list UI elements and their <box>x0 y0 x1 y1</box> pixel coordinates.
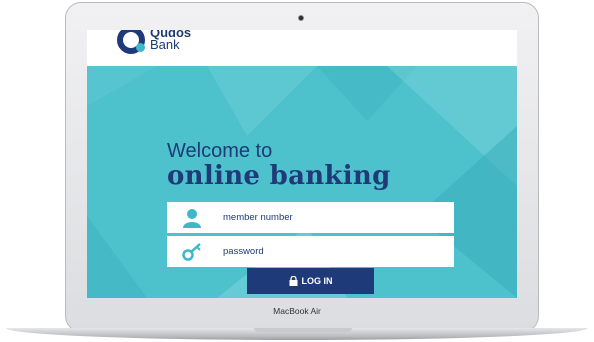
password-input[interactable] <box>223 236 443 267</box>
forgot-password-link[interactable]: Forgotten your password? <box>87 286 517 293</box>
laptop-notch <box>254 328 352 332</box>
laptop-base <box>6 328 588 340</box>
key-icon <box>182 243 201 261</box>
password-field[interactable] <box>167 236 454 267</box>
camera-icon <box>298 15 304 21</box>
lock-icon <box>289 276 297 286</box>
log-in-label: LOG IN <box>301 276 333 286</box>
laptop-screen: Qudos Bank Welcome to online banking mem… <box>87 30 517 298</box>
page-header: Qudos Bank <box>87 30 517 66</box>
hero-section: Welcome to online banking LOG IN <box>87 66 517 298</box>
welcome-text: Welcome to <box>167 140 273 162</box>
member-number-input[interactable] <box>223 202 443 233</box>
logo-accent-dot <box>136 43 145 52</box>
brand-sub[interactable]: Bank <box>150 38 180 51</box>
device-model-label: MacBook Air <box>273 306 321 316</box>
user-icon <box>183 209 201 228</box>
member-number-field[interactable] <box>167 202 454 233</box>
headline-text: online banking <box>167 161 391 191</box>
